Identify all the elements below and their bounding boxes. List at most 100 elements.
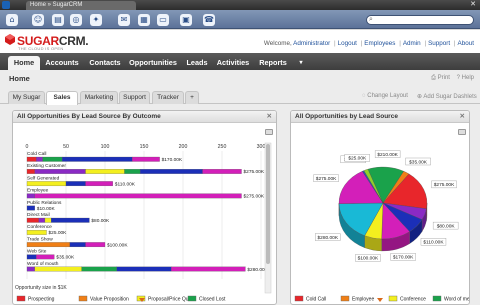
quick-toolbar: ⌂ ☺ ▤ ◎ ✦ ✉ ▦ ▭ ▣ ☎ ⌕ — [0, 10, 480, 29]
bar-segment — [132, 156, 160, 162]
slice-value-label: $170.00K — [393, 255, 414, 261]
legend-swatch — [78, 295, 88, 302]
page-body: Home ⎙ Print ? Help My Sugar Sales Marke… — [0, 70, 480, 305]
cases-icon[interactable]: ▣ — [180, 14, 192, 26]
tab-opportunities[interactable]: Opportunities — [127, 56, 179, 70]
bar-segment — [42, 156, 63, 162]
slice-value-label: $25.00K — [348, 156, 367, 162]
tab-reports[interactable]: Reports — [255, 56, 291, 70]
bar-segment — [85, 169, 125, 174]
bar-segment — [26, 254, 37, 260]
help-link[interactable]: Help — [462, 75, 474, 81]
accounts-icon[interactable]: ▤ — [52, 14, 64, 26]
chevron-down-icon[interactable] — [377, 298, 383, 302]
chart-footnote: Opportunity size in $1K — [15, 285, 67, 291]
slice-value-label: $100.00K — [358, 256, 379, 262]
welcome-prefix: Welcome, — [263, 40, 294, 47]
bar-segment — [69, 242, 86, 248]
search-icon: ⌕ — [369, 16, 373, 23]
opportunities-icon[interactable]: ◎ — [70, 14, 82, 26]
bar-segment — [26, 193, 35, 199]
legend-label: Word of me — [444, 297, 470, 303]
global-search-input[interactable]: ⌕ — [366, 15, 474, 25]
tab-contacts[interactable]: Contacts — [85, 56, 125, 70]
scrollbar-thumb — [266, 144, 270, 264]
close-icon[interactable]: ✕ — [470, 0, 476, 10]
bar-segment — [44, 217, 52, 223]
category-label: Self Generated — [27, 175, 60, 181]
app-header: SUGARCRM. THE CLOUD IS OPEN Welcome, Adm… — [0, 30, 480, 53]
slice-value-label: $80.00K — [437, 223, 456, 229]
dashboard-tab-support[interactable]: Support — [119, 91, 150, 104]
bar-total-label: $110.00K — [115, 181, 136, 187]
browser-logo-icon — [2, 1, 10, 9]
legend-label: Prospecting — [28, 297, 55, 303]
print-icon[interactable]: ⎙ — [431, 75, 436, 81]
bar-segment — [26, 205, 35, 211]
bar-segment — [34, 169, 86, 174]
x-tick-label: 50 — [63, 144, 69, 150]
contacts-icon[interactable]: ☺ — [32, 14, 44, 26]
bar-segment — [26, 217, 39, 223]
category-label: Employee — [27, 188, 49, 194]
bar-segment — [26, 242, 71, 248]
x-tick-label: 100 — [101, 144, 110, 150]
category-label: Trade Show — [27, 236, 53, 242]
dashboard-tab-sales[interactable]: Sales — [46, 91, 78, 105]
x-tick-label: 200 — [179, 144, 188, 150]
bar-segment — [26, 181, 67, 187]
email-icon[interactable]: ✉ — [118, 14, 130, 26]
bar-total-label: $25.00K — [49, 230, 68, 236]
logout-link[interactable]: Logout — [338, 40, 357, 47]
legend-label: Cold Call — [306, 297, 326, 303]
support-link[interactable]: Support — [428, 40, 450, 47]
bar-segment — [116, 266, 172, 272]
documents-icon[interactable]: ▭ — [157, 14, 169, 26]
home-icon[interactable]: ⌂ — [6, 14, 18, 26]
bar-segment — [26, 266, 35, 272]
bar-segment — [124, 169, 141, 174]
logo-tagline: THE CLOUD IS OPEN — [18, 46, 64, 51]
bar-total-label: $100.00K — [107, 242, 128, 248]
bar-total-label: $10.00K — [37, 206, 56, 212]
bar-segment — [202, 169, 242, 174]
about-link[interactable]: About — [458, 40, 474, 47]
legend-label: Closed Lost — [199, 297, 226, 303]
dashboard-tab-my-sugar[interactable]: My Sugar — [8, 91, 45, 104]
calendar-icon[interactable]: ▦ — [138, 14, 150, 26]
change-layout-link[interactable]: ◌ Change Layout — [362, 93, 408, 99]
leads-icon[interactable]: ✦ — [90, 14, 102, 26]
bar-segment — [26, 169, 35, 174]
dashboard-tab-marketing[interactable]: Marketing — [80, 91, 118, 104]
tab-accounts[interactable]: Accounts — [42, 56, 82, 70]
x-tick-label: 300 — [257, 144, 266, 150]
employees-link[interactable]: Employees — [364, 40, 395, 47]
legend-swatch — [294, 295, 304, 302]
current-user-link[interactable]: Administrator — [293, 40, 330, 47]
nav-more-chevron-down-icon[interactable]: ▾ — [294, 56, 308, 70]
browser-title-bar: Home » SugarCRM ✕ — [0, 0, 480, 10]
legend-swatch — [16, 295, 26, 302]
bar-segment — [61, 156, 133, 162]
browser-tab[interactable]: Home » SugarCRM — [26, 1, 136, 10]
bar-segment — [26, 230, 47, 235]
change-layout-label: Change Layout — [367, 93, 408, 99]
dashboard-tab-tracker[interactable]: Tracker — [152, 91, 184, 104]
help-icon[interactable]: ? — [457, 75, 460, 81]
add-tab-button[interactable]: + — [185, 91, 199, 104]
slice-value-label: $35.00K — [409, 159, 428, 165]
tab-leads[interactable]: Leads — [182, 56, 212, 70]
dashboard-tabs: My Sugar Sales Marketing Support Tracker… — [0, 89, 480, 105]
tab-home[interactable]: Home — [8, 56, 40, 70]
tab-activities[interactable]: Activities — [214, 56, 252, 70]
add-dashlets-link[interactable]: ⊕ Add Sugar Dashlets — [417, 93, 477, 100]
legend-swatch — [388, 295, 398, 302]
calls-icon[interactable]: ☎ — [203, 14, 215, 26]
page-title: Home — [9, 74, 30, 83]
bar-segment — [34, 266, 82, 272]
bar-segment — [36, 254, 55, 260]
chevron-down-icon[interactable] — [139, 298, 145, 302]
print-link[interactable]: Print — [438, 75, 450, 81]
x-tick-label: 0 — [26, 144, 29, 150]
admin-link[interactable]: Admin — [403, 40, 421, 47]
